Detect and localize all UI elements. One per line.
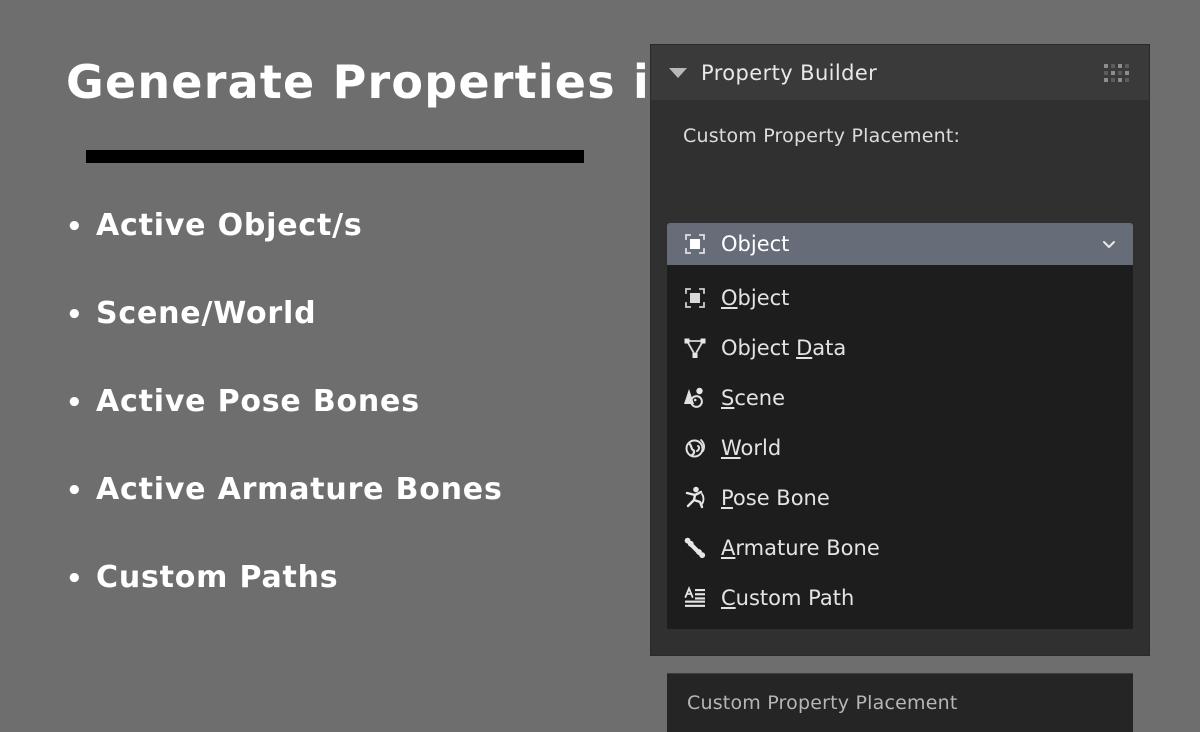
dropdown-option-pose-bone[interactable]: Pose Bone (667, 473, 1133, 523)
list-item: • Active Armature Bones (66, 472, 636, 560)
chevron-down-icon[interactable] (1101, 236, 1117, 252)
grip-dot (1111, 77, 1115, 82)
dropdown-option-scene[interactable]: Scene (667, 373, 1133, 423)
access-key: O (721, 286, 738, 310)
label-rest: rmature Bone (735, 536, 880, 560)
feature-bullet-list: • Active Object/s • Scene/World • Active… (66, 208, 636, 648)
list-item: • Active Object/s (66, 208, 636, 296)
world-icon (681, 434, 709, 462)
dropdown-option-object[interactable]: Object (667, 273, 1133, 323)
grip-dot (1125, 63, 1129, 68)
grip-dot (1125, 70, 1129, 75)
object-icon (681, 230, 709, 258)
list-item: • Custom Paths (66, 560, 636, 648)
drag-handle-icon[interactable] (1104, 63, 1129, 82)
bullet-marker-icon: • (66, 476, 84, 506)
grip-dot (1118, 63, 1122, 68)
label-rest: bject (737, 286, 790, 310)
custom-path-icon (681, 584, 709, 612)
grip-dot (1118, 77, 1122, 82)
panel-header[interactable]: Property Builder (651, 45, 1149, 100)
slide-content: Generate Properties in • Active Object/s… (0, 0, 683, 700)
access-key: A (721, 536, 736, 560)
grip-dot (1104, 63, 1108, 68)
pose-bone-icon (681, 484, 709, 512)
grip-dot (1125, 77, 1129, 82)
label-rest: cene (734, 386, 786, 410)
grip-dot (1104, 70, 1108, 75)
bullet-marker-icon: • (66, 212, 84, 242)
field-label-custom-property-placement: Custom Property Placement: (683, 125, 961, 147)
property-builder-panel: Property Builder Custom Property Placeme… (651, 45, 1149, 732)
bullet-marker-icon: • (66, 564, 84, 594)
chevron-down-icon[interactable] (669, 67, 687, 78)
dropdown-option-armature-bone[interactable]: Armature Bone (667, 523, 1133, 573)
dropdown-option-custom-path[interactable]: Custom Path (667, 573, 1133, 623)
label-rest: orld (740, 436, 782, 460)
dropdown-option-world[interactable]: World (667, 423, 1133, 473)
panel-title: Property Builder (701, 60, 878, 85)
list-item-label: Active Pose Bones (96, 384, 420, 419)
page-title: Generate Properties in (66, 55, 684, 109)
scene-icon (681, 384, 709, 412)
label-rest: ata (812, 336, 847, 360)
label-rest: ose Bone (732, 486, 830, 510)
bullet-marker-icon: • (66, 388, 84, 418)
dropdown-option-label: Object Data (721, 336, 846, 360)
dropdown-option-object-data[interactable]: Object Data (667, 323, 1133, 373)
list-item: • Scene/World (66, 296, 636, 384)
access-key: C (721, 586, 736, 610)
list-item-label: Active Armature Bones (96, 472, 503, 507)
access-key: S (721, 386, 735, 410)
dropdown-option-label: Custom Path (721, 586, 854, 610)
access-key: W (721, 436, 741, 460)
access-key: D (796, 336, 813, 360)
dropdown-option-label: Armature Bone (721, 536, 880, 560)
grip-dot (1111, 63, 1115, 68)
dropdown-option-label: Object (721, 286, 789, 310)
list-item-label: Active Object/s (96, 208, 363, 243)
panel-body: Custom Property Placement: Object Object… (651, 100, 1149, 732)
label-rest: ustom Path (735, 586, 855, 610)
title-underline-rule (86, 150, 584, 163)
label-pre: Object (721, 336, 797, 360)
dropdown-footer: Custom Property Placement (667, 674, 1133, 732)
dropdown-options-list: Object Object Data Scene World Pose Bone… (667, 265, 1133, 629)
list-item-label: Scene/World (96, 296, 317, 331)
object-icon (681, 284, 709, 312)
dropdown-option-label: Pose Bone (721, 486, 830, 510)
dropdown-option-label: Scene (721, 386, 785, 410)
list-item-label: Custom Paths (96, 560, 339, 595)
grip-dot (1104, 77, 1108, 82)
custom-property-placement-dropdown[interactable]: Object (667, 223, 1133, 265)
dropdown-selected-value: Object (721, 232, 790, 256)
grip-dot (1111, 70, 1115, 75)
object-data-icon (681, 334, 709, 362)
list-item: • Active Pose Bones (66, 384, 636, 472)
dropdown-option-label: World (721, 436, 781, 460)
bullet-marker-icon: • (66, 300, 84, 330)
access-key: P (721, 486, 733, 510)
footer-label: Custom Property Placement (687, 692, 958, 714)
armature-bone-icon (681, 534, 709, 562)
grip-dot (1118, 70, 1122, 75)
